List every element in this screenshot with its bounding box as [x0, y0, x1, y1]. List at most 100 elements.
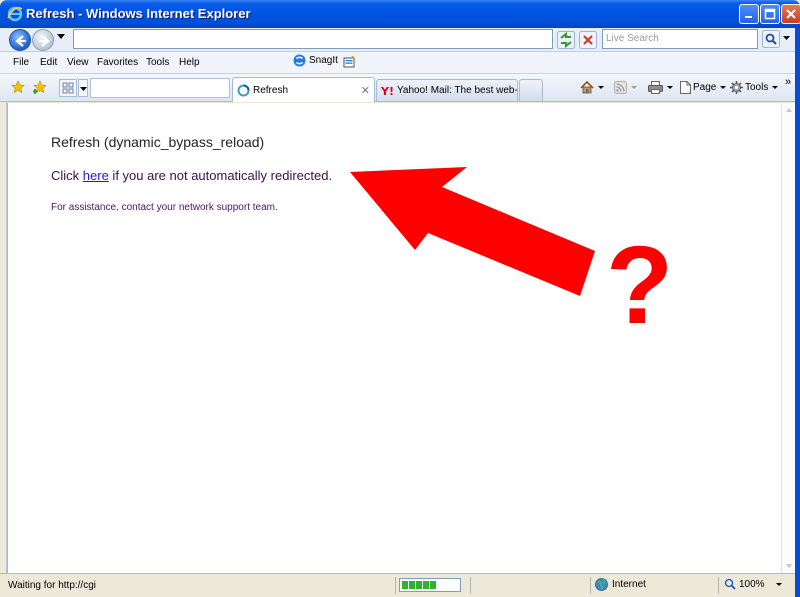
toolbar-overflow-chevron[interactable]: » [785, 76, 791, 88]
chevron-down-icon [598, 86, 604, 89]
support-message: For assistance, contact your network sup… [51, 202, 278, 213]
menu-tools[interactable]: Tools [146, 57, 169, 68]
snagit-label: SnagIt [309, 55, 338, 66]
maximize-icon [764, 8, 776, 20]
menu-bar: File Edit View Favorites Tools Help Snag… [0, 52, 800, 74]
tools-menu-button[interactable]: Tools [730, 81, 779, 94]
add-favorite-icon[interactable] [33, 80, 47, 94]
snagit-capture-icon[interactable] [343, 56, 356, 68]
maximize-button[interactable] [760, 4, 780, 24]
chevron-down-icon [667, 86, 673, 89]
status-separator [718, 577, 719, 594]
menu-favorites[interactable]: Favorites [97, 57, 138, 68]
home-icon [580, 81, 594, 94]
progress-block [430, 581, 436, 589]
page-menu-button[interactable]: Page [680, 81, 727, 94]
tab-label: Yahoo! Mail: The best web-b... [397, 85, 517, 96]
tab-label: Refresh [253, 84, 289, 96]
chevron-down-icon [720, 86, 727, 89]
stop-icon[interactable] [579, 31, 597, 49]
status-separator [395, 577, 396, 594]
back-button[interactable] [9, 29, 31, 51]
tab-list-dropdown[interactable] [78, 79, 88, 97]
address-input[interactable] [73, 29, 626, 49]
vertical-scrollbar[interactable] [781, 103, 795, 573]
close-icon [786, 9, 796, 19]
red-arrow-annotation [350, 167, 595, 296]
redirect-prefix: Click [51, 168, 83, 183]
page-icon [680, 81, 691, 94]
svg-text:Y!: Y! [381, 85, 394, 97]
question-mark-annotation: ? [606, 224, 674, 347]
zoom-level: 100% [739, 578, 765, 590]
status-bar: Waiting for http://cgi Internet 100% [0, 573, 795, 597]
forward-arrow-icon [39, 35, 50, 47]
zoom-control[interactable]: 100% [724, 578, 782, 590]
chevron-down-icon [775, 582, 782, 586]
chevron-down-icon [631, 86, 637, 89]
security-zone[interactable]: Internet [595, 578, 646, 591]
progress-block [409, 581, 415, 589]
loading-icon [237, 84, 250, 96]
progress-block [416, 581, 422, 589]
search-icon[interactable] [762, 30, 780, 48]
home-button[interactable] [580, 81, 604, 94]
page-title: Refresh (dynamic_bypass_reload) [51, 134, 265, 150]
status-separator [590, 577, 591, 594]
ie-logo-icon [7, 6, 23, 22]
status-separator [470, 577, 471, 594]
redirect-link[interactable]: here [83, 168, 109, 183]
tab-yahoo-mail[interactable]: Y! Yahoo! Mail: The best web-b... [376, 79, 518, 101]
browser-window: Refresh - Windows Internet Explorer Live… [0, 0, 800, 597]
search-options-dropdown-icon[interactable] [783, 36, 790, 41]
page-menu-label: Page [693, 82, 717, 93]
new-tab-button[interactable] [519, 79, 543, 101]
print-button[interactable] [648, 81, 673, 94]
tab-refresh[interactable]: Refresh ✕ [232, 77, 375, 102]
progress-block [402, 581, 408, 589]
feeds-button[interactable] [614, 81, 637, 94]
chevron-down-icon [80, 87, 87, 91]
menu-view[interactable]: View [67, 57, 89, 68]
minimize-button[interactable] [739, 4, 759, 24]
scroll-down-arrow-icon[interactable] [782, 559, 796, 573]
recent-pages-dropdown-icon[interactable] [57, 34, 65, 40]
address-toolbar: Live Search [0, 28, 800, 52]
search-placeholder: Live Search [606, 33, 659, 44]
redirect-suffix: if you are not automatically redirected. [108, 168, 333, 183]
forward-button[interactable] [32, 29, 54, 51]
search-input[interactable]: Live Search [602, 29, 758, 49]
snagit-icon [293, 54, 306, 67]
tab-bar: Refresh ✕ Y! Yahoo! Mail: The best web-b… [0, 74, 800, 102]
scroll-up-arrow-icon[interactable] [782, 103, 796, 117]
favorites-center-star-icon[interactable] [11, 80, 25, 94]
tab-blank-area [90, 78, 230, 98]
yahoo-logo-icon: Y! [381, 85, 394, 97]
menu-edit[interactable]: Edit [40, 57, 57, 68]
close-button[interactable] [781, 4, 800, 24]
globe-icon [595, 578, 608, 591]
page-content: Refresh (dynamic_bypass_reload) Click he… [7, 103, 781, 573]
title-bar[interactable]: Refresh - Windows Internet Explorer [0, 0, 800, 28]
progress-block [423, 581, 429, 589]
window-title: Refresh - Windows Internet Explorer [26, 6, 251, 21]
window-right-frame [795, 28, 800, 597]
chevron-down-icon [772, 86, 779, 89]
zone-label: Internet [612, 579, 646, 590]
zoom-magnifier-icon [724, 578, 736, 590]
menu-file[interactable]: File [13, 57, 29, 68]
tools-menu-label: Tools [745, 82, 769, 93]
loading-progress-bar [399, 578, 461, 592]
gear-icon [730, 81, 743, 94]
redirect-message: Click here if you are not automatically … [51, 168, 332, 183]
printer-icon [648, 81, 663, 94]
minimize-icon [745, 16, 752, 18]
refresh-icon[interactable] [557, 31, 575, 49]
tab-close-icon[interactable]: ✕ [361, 84, 370, 97]
status-text: Waiting for http://cgi [8, 580, 96, 591]
back-arrow-icon [15, 35, 26, 47]
menu-help[interactable]: Help [179, 57, 200, 68]
quick-tabs-grid-icon [62, 82, 74, 94]
snagit-button[interactable]: SnagIt [293, 54, 338, 67]
quick-tabs-button[interactable] [59, 79, 77, 97]
